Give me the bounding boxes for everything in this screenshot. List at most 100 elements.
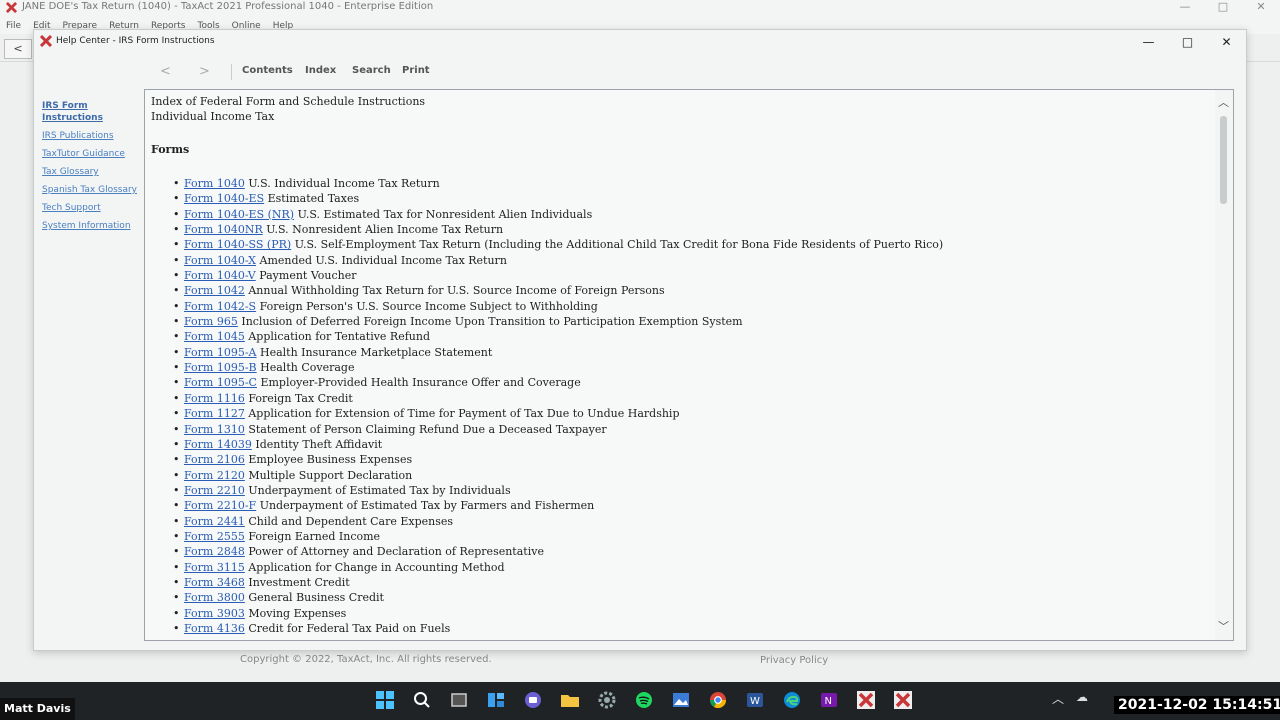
form-description: Underpayment of Estimated Tax by Farmers… — [259, 499, 595, 513]
form-link[interactable]: Form 3800 — [184, 591, 245, 604]
help-window-controls: — □ ✕ — [1129, 30, 1246, 54]
close-icon[interactable]: ✕ — [1207, 30, 1246, 54]
form-link[interactable]: Form 2555 — [184, 530, 245, 543]
form-list-item: Form 1040 U.S. Individual Income Tax Ret… — [173, 176, 1211, 192]
form-link[interactable]: Form 1040 — [184, 177, 245, 190]
form-description: Foreign Person's U.S. Source Income Subj… — [259, 299, 598, 313]
form-link[interactable]: Form 2210-F — [184, 499, 256, 512]
background-back-button[interactable]: < — [4, 39, 32, 59]
scroll-thumb[interactable] — [1220, 116, 1227, 204]
form-list-item: Form 1040NR U.S. Nonresident Alien Incom… — [173, 222, 1211, 238]
form-list-item: Form 1042-S Foreign Person's U.S. Source… — [173, 299, 1211, 315]
form-list-item: Form 2210-F Underpayment of Estimated Ta… — [173, 498, 1211, 514]
sidebar-item-spanish-tax-glossary[interactable]: Spanish Tax Glossary — [42, 184, 138, 196]
close-icon[interactable]: ✕ — [1242, 0, 1280, 18]
form-link[interactable]: Form 1040-ES — [184, 192, 264, 205]
form-link[interactable]: Form 1095-B — [184, 361, 257, 374]
image-viewer-icon[interactable] — [667, 688, 695, 712]
sidebar-item-irs-form-instructions[interactable]: IRS Form Instructions — [42, 100, 138, 124]
form-link[interactable]: Form 1040NR — [184, 223, 263, 236]
content-panel: Index of Federal Form and Schedule Instr… — [144, 89, 1234, 641]
form-link[interactable]: Form 2120 — [184, 469, 245, 482]
form-link[interactable]: Form 1095-C — [184, 376, 257, 389]
form-link[interactable]: Form 2106 — [184, 453, 245, 466]
file-explorer-icon[interactable] — [556, 688, 584, 712]
chat-icon[interactable] — [519, 688, 547, 712]
restore-icon[interactable]: □ — [1204, 0, 1242, 18]
form-list-item: Form 965 Inclusion of Deferred Foreign I… — [173, 314, 1211, 330]
maximize-icon[interactable]: □ — [1168, 30, 1207, 54]
form-list-item: Form 1040-X Amended U.S. Individual Inco… — [173, 253, 1211, 269]
sidebar-item-system-information[interactable]: System Information — [42, 220, 138, 232]
scroll-up-icon[interactable]: ︿ — [1218, 94, 1229, 110]
sidebar-item-tech-support[interactable]: Tech Support — [42, 202, 138, 214]
privacy-policy-link[interactable]: Privacy Policy — [760, 655, 828, 666]
task-view-icon[interactable] — [445, 688, 473, 712]
search-icon[interactable] — [408, 688, 436, 712]
back-arrow-icon[interactable]: < — [160, 64, 171, 79]
settings-icon[interactable] — [593, 688, 621, 712]
index-button[interactable]: Index — [305, 65, 336, 76]
form-description: Multiple Support Declaration — [248, 468, 413, 482]
content-body: Index of Federal Form and Schedule Instr… — [151, 94, 1211, 637]
vertical-scrollbar[interactable]: ︿ ﹀ — [1215, 90, 1233, 640]
form-list-item: Form 1116 Foreign Tax Credit — [173, 391, 1211, 407]
form-link[interactable]: Form 2441 — [184, 515, 245, 528]
background-window-controls: — □ ✕ — [1166, 0, 1280, 18]
form-link[interactable]: Form 2210 — [184, 484, 245, 497]
form-description: U.S. Self-Employment Tax Return (Includi… — [294, 238, 944, 252]
help-app-icon — [40, 35, 52, 47]
form-description: U.S. Estimated Tax for Nonresident Alien… — [297, 207, 593, 221]
taxact-help-icon[interactable] — [889, 688, 917, 712]
form-link[interactable]: Form 1040-V — [184, 269, 256, 282]
svg-text:W: W — [750, 696, 760, 707]
form-link[interactable]: Form 1040-ES (NR) — [184, 208, 294, 221]
chrome-icon[interactable] — [704, 688, 732, 712]
onenote-icon[interactable]: N — [815, 688, 843, 712]
form-link[interactable]: Form 2848 — [184, 545, 245, 558]
form-link[interactable]: Form 1116 — [184, 392, 245, 405]
form-link[interactable]: Form 1040-SS (PR) — [184, 238, 291, 251]
help-sidebar: IRS Form Instructions IRS Publications T… — [42, 100, 138, 238]
form-list-item: Form 2210 Underpayment of Estimated Tax … — [173, 483, 1211, 499]
form-list-item: Form 3800 General Business Credit — [173, 590, 1211, 606]
print-button[interactable]: Print — [402, 65, 430, 76]
form-list-item: Form 1042 Annual Withholding Tax Return … — [173, 283, 1211, 299]
minimize-icon[interactable]: — — [1129, 30, 1168, 54]
form-link[interactable]: Form 1045 — [184, 330, 245, 343]
form-description: Annual Withholding Tax Return for U.S. S… — [248, 284, 665, 298]
minimize-icon[interactable]: — — [1166, 0, 1204, 18]
forward-arrow-icon[interactable]: > — [199, 64, 210, 79]
form-link[interactable]: Form 1042 — [184, 284, 245, 297]
sidebar-item-tax-glossary[interactable]: Tax Glossary — [42, 166, 138, 178]
form-link[interactable]: Form 14039 — [184, 438, 252, 451]
form-link[interactable]: Form 1042-S — [184, 300, 256, 313]
help-toolbar: < > Contents Index Search Print — [34, 58, 1246, 86]
cloud-icon[interactable]: ☁ — [1076, 690, 1088, 707]
sidebar-item-taxtutor-guidance[interactable]: TaxTutor Guidance — [42, 148, 138, 160]
taxact-icon[interactable] — [852, 688, 880, 712]
tray-overflow-icon[interactable]: ︿ — [1052, 690, 1064, 707]
copyright-text: Copyright © 2022, TaxAct, Inc. All right… — [240, 654, 492, 665]
form-link[interactable]: Form 1095-A — [184, 346, 257, 359]
windows-start-icon[interactable] — [371, 688, 399, 712]
form-link[interactable]: Form 1040-X — [184, 254, 256, 267]
sidebar-item-irs-publications[interactable]: IRS Publications — [42, 130, 138, 142]
form-link[interactable]: Form 4136 — [184, 622, 245, 635]
form-link[interactable]: Form 3115 — [184, 561, 245, 574]
edge-icon[interactable] — [778, 688, 806, 712]
word-icon[interactable]: W — [741, 688, 769, 712]
form-link[interactable]: Form 3903 — [184, 607, 245, 620]
search-button[interactable]: Search — [352, 65, 391, 76]
scroll-down-icon[interactable]: ﹀ — [1218, 618, 1229, 634]
help-window-title: Help Center - IRS Form Instructions — [56, 36, 215, 46]
form-link[interactable]: Form 1310 — [184, 423, 245, 436]
menu-file[interactable]: File — [6, 18, 21, 34]
contents-button[interactable]: Contents — [242, 65, 293, 76]
form-list-item: Form 3903 Moving Expenses — [173, 606, 1211, 622]
spotify-icon[interactable] — [630, 688, 658, 712]
form-link[interactable]: Form 3468 — [184, 576, 245, 589]
form-link[interactable]: Form 965 — [184, 315, 238, 328]
widgets-icon[interactable] — [482, 688, 510, 712]
form-link[interactable]: Form 1127 — [184, 407, 245, 420]
